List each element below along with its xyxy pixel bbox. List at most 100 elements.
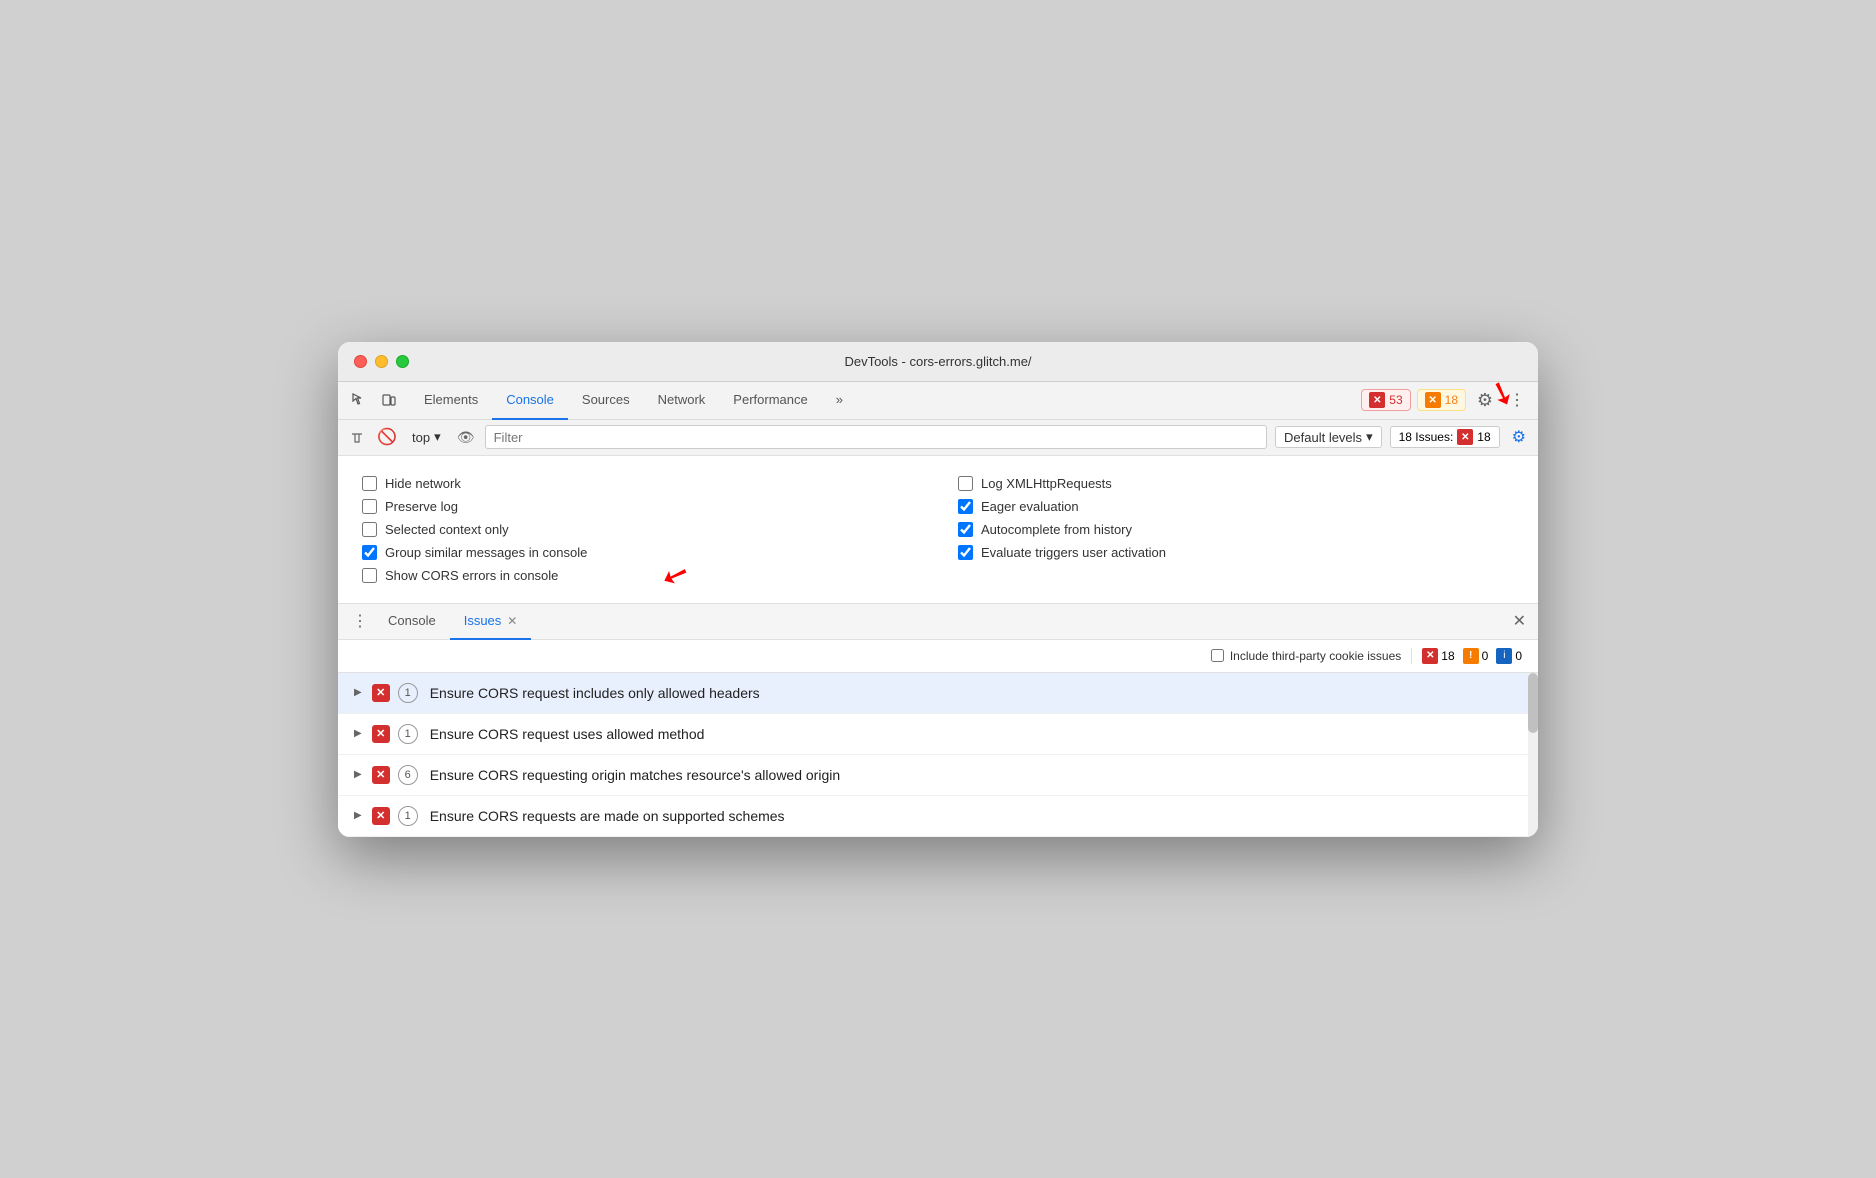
log-xhr-label: Log XMLHttpRequests bbox=[981, 476, 1112, 491]
issue-title-3: Ensure CORS requests are made on support… bbox=[430, 808, 785, 824]
issues-info-count: i 0 bbox=[1496, 648, 1522, 664]
group-similar-label: Group similar messages in console bbox=[385, 545, 587, 560]
issue-count-badge-0: 1 bbox=[398, 683, 418, 703]
issues-warn-num: 0 bbox=[1482, 649, 1489, 663]
hide-network-row: Hide network bbox=[362, 472, 918, 495]
settings-panel: Hide network Preserve log Selected conte… bbox=[338, 456, 1538, 604]
evaluate-triggers-label: Evaluate triggers user activation bbox=[981, 545, 1166, 560]
tab-console[interactable]: Console bbox=[492, 382, 568, 420]
default-levels-selector[interactable]: Default levels ▾ bbox=[1275, 426, 1382, 448]
tab-elements[interactable]: Elements bbox=[410, 382, 492, 420]
issues-warn-icon: ! bbox=[1463, 648, 1479, 664]
devtools-body: Elements Console Sources Network Perform… bbox=[338, 382, 1538, 837]
inspect-element-icon[interactable] bbox=[346, 387, 372, 413]
evaluate-triggers-checkbox[interactable] bbox=[958, 545, 973, 560]
cookie-issues-label: Include third-party cookie issues bbox=[1230, 649, 1401, 663]
evaluate-triggers-row: Evaluate triggers user activation bbox=[958, 541, 1514, 564]
preserve-log-checkbox[interactable] bbox=[362, 499, 377, 514]
context-label: top bbox=[412, 430, 430, 445]
cookie-issues-row: Include third-party cookie issues bbox=[1211, 649, 1401, 663]
tab-network[interactable]: Network bbox=[644, 382, 720, 420]
bottom-tab-console[interactable]: Console bbox=[374, 604, 450, 640]
issue-count-badge-2: 6 bbox=[398, 765, 418, 785]
device-toolbar-icon[interactable] bbox=[376, 387, 402, 413]
filter-input[interactable] bbox=[485, 425, 1267, 449]
bottom-tab-bar: ⋮ Console Issues ✕ ✕ bbox=[338, 604, 1538, 640]
issue-count-badge-1: 1 bbox=[398, 724, 418, 744]
clear-console-button[interactable] bbox=[346, 426, 368, 448]
close-panel-button[interactable]: ✕ bbox=[1509, 607, 1530, 635]
more-options-button[interactable]: ⋮ bbox=[1504, 387, 1530, 413]
issue-error-icon-1: ✕ bbox=[372, 725, 390, 743]
scrollbar-track[interactable] bbox=[1528, 673, 1538, 837]
issues-error-icon: ✕ bbox=[1457, 429, 1473, 445]
errors-badge[interactable]: ✕ 53 bbox=[1361, 389, 1410, 411]
issues-info-num: 0 bbox=[1515, 649, 1522, 663]
show-cors-checkbox[interactable] bbox=[362, 568, 377, 583]
eye-icon[interactable]: 👁 bbox=[455, 426, 477, 448]
default-levels-label: Default levels bbox=[1284, 430, 1362, 445]
window-title: DevTools - cors-errors.glitch.me/ bbox=[844, 354, 1031, 369]
close-issues-tab-button[interactable]: ✕ bbox=[507, 614, 517, 628]
bottom-panel: ⋮ Console Issues ✕ ✕ Include third-party… bbox=[338, 604, 1538, 837]
console-settings-button[interactable]: ⚙ bbox=[1508, 423, 1530, 451]
issue-row-2[interactable]: ▶ ✕ 6 Ensure CORS requesting origin matc… bbox=[338, 755, 1538, 796]
group-similar-checkbox[interactable] bbox=[362, 545, 377, 560]
tab-bar-icons bbox=[346, 387, 402, 413]
warning-count: 18 bbox=[1445, 393, 1458, 407]
minimize-button[interactable] bbox=[375, 355, 388, 368]
eager-eval-label: Eager evaluation bbox=[981, 499, 1079, 514]
issues-label: 18 Issues: bbox=[1399, 430, 1454, 444]
close-button[interactable] bbox=[354, 355, 367, 368]
bottom-tab-issues-label: Issues bbox=[464, 613, 502, 628]
autocomplete-checkbox[interactable] bbox=[958, 522, 973, 537]
group-similar-row: Group similar messages in console bbox=[362, 541, 918, 564]
cookie-issues-checkbox[interactable] bbox=[1211, 649, 1224, 662]
tab-more[interactable]: » bbox=[822, 382, 857, 420]
show-cors-label: Show CORS errors in console bbox=[385, 568, 558, 583]
tab-bar-right: ✕ 53 ✕ 18 ⚙ ➘ ⋮ bbox=[1361, 387, 1530, 413]
hide-network-label: Hide network bbox=[385, 476, 461, 491]
block-network-button[interactable]: 🚫 bbox=[376, 426, 398, 448]
bottom-tab-issues[interactable]: Issues ✕ bbox=[450, 604, 532, 640]
eager-eval-checkbox[interactable] bbox=[958, 499, 973, 514]
error-count: 53 bbox=[1389, 393, 1402, 407]
autocomplete-row: Autocomplete from history bbox=[958, 518, 1514, 541]
issue-row-1[interactable]: ▶ ✕ 1 Ensure CORS request uses allowed m… bbox=[338, 714, 1538, 755]
settings-button[interactable]: ⚙ bbox=[1472, 387, 1498, 413]
issue-row-0[interactable]: ▶ ✕ 1 Ensure CORS request includes only … bbox=[338, 673, 1538, 714]
tab-performance[interactable]: Performance bbox=[719, 382, 821, 420]
eager-eval-row: Eager evaluation bbox=[958, 495, 1514, 518]
issue-row-3[interactable]: ▶ ✕ 1 Ensure CORS requests are made on s… bbox=[338, 796, 1538, 837]
maximize-button[interactable] bbox=[396, 355, 409, 368]
issues-error-icon: ✕ bbox=[1422, 648, 1438, 664]
warnings-badge[interactable]: ✕ 18 bbox=[1417, 389, 1466, 411]
console-toolbar: 🚫 top ▾ 👁 Default levels ▾ 18 Issues: ✕ … bbox=[338, 420, 1538, 456]
tab-sources[interactable]: Sources bbox=[568, 382, 644, 420]
selected-context-checkbox[interactable] bbox=[362, 522, 377, 537]
issue-error-icon-0: ✕ bbox=[372, 684, 390, 702]
log-xhr-row: Log XMLHttpRequests bbox=[958, 472, 1514, 495]
expand-arrow-3: ▶ bbox=[354, 810, 362, 821]
tab-bar: Elements Console Sources Network Perform… bbox=[338, 382, 1538, 420]
issue-title-0: Ensure CORS request includes only allowe… bbox=[430, 685, 760, 701]
issue-error-icon-3: ✕ bbox=[372, 807, 390, 825]
settings-left: Hide network Preserve log Selected conte… bbox=[362, 472, 918, 587]
panel-menu-button[interactable]: ⋮ bbox=[346, 611, 374, 631]
traffic-lights bbox=[354, 355, 409, 368]
context-selector[interactable]: top ▾ bbox=[406, 427, 447, 447]
expand-arrow-2: ▶ bbox=[354, 769, 362, 780]
issues-button[interactable]: 18 Issues: ✕ 18 bbox=[1390, 426, 1500, 448]
hide-network-checkbox[interactable] bbox=[362, 476, 377, 491]
issue-title-1: Ensure CORS request uses allowed method bbox=[430, 726, 705, 742]
preserve-log-label: Preserve log bbox=[385, 499, 458, 514]
devtools-window: DevTools - cors-errors.glitch.me/ bbox=[338, 342, 1538, 837]
show-cors-row: Show CORS errors in console ➘ bbox=[362, 564, 918, 587]
bottom-tab-console-label: Console bbox=[388, 613, 436, 628]
issue-title-2: Ensure CORS requesting origin matches re… bbox=[430, 767, 840, 783]
selected-context-label: Selected context only bbox=[385, 522, 509, 537]
log-xhr-checkbox[interactable] bbox=[958, 476, 973, 491]
issues-count: 18 bbox=[1477, 430, 1490, 444]
scrollbar-thumb[interactable] bbox=[1528, 673, 1538, 733]
warning-icon: ✕ bbox=[1425, 392, 1441, 408]
